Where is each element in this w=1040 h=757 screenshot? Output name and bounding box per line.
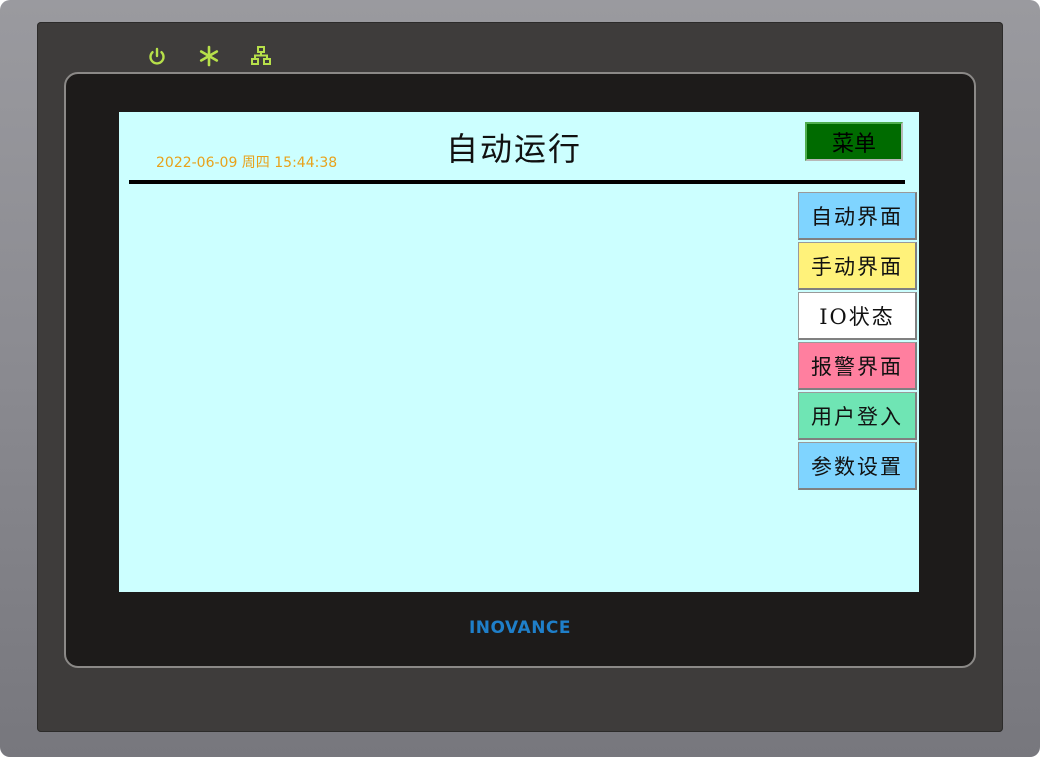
- network-icon: [249, 44, 273, 68]
- brand-logo: INOVANCE: [468, 618, 572, 638]
- menu-button[interactable]: 菜单: [805, 122, 903, 161]
- nav-params-button[interactable]: 参数设置: [798, 442, 917, 490]
- nav-manual-button[interactable]: 手动界面: [798, 242, 917, 290]
- nav-alarm-button[interactable]: 报警界面: [798, 342, 917, 390]
- page-title: 自动运行: [445, 130, 582, 168]
- hmi-device: 2022-06-09 周四 15:44:38 自动运行 菜单 自动界面 手动界面…: [0, 0, 1040, 757]
- nav-login-button[interactable]: 用户登入: [798, 392, 917, 440]
- side-nav: 自动界面 手动界面 IO状态 报警界面 用户登入 参数设置: [798, 192, 917, 492]
- header-divider: [129, 180, 905, 184]
- power-icon: [145, 44, 169, 68]
- hmi-screen: 2022-06-09 周四 15:44:38 自动运行 菜单 自动界面 手动界面…: [119, 112, 919, 592]
- asterisk-icon: [197, 44, 221, 68]
- nav-io-status-button[interactable]: IO状态: [798, 292, 917, 340]
- nav-auto-button[interactable]: 自动界面: [798, 192, 917, 240]
